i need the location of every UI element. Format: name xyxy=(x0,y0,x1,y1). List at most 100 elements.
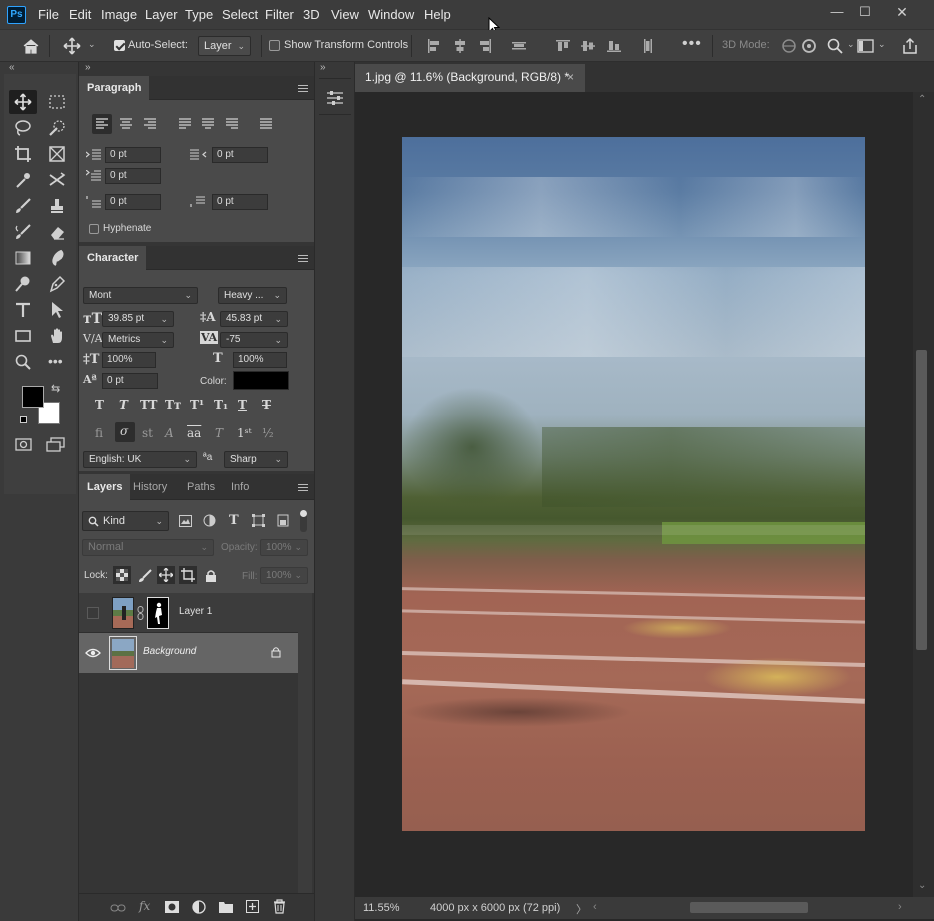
zoom-level[interactable]: 11.55% xyxy=(363,902,400,914)
layer-mask-thumbnail[interactable] xyxy=(147,597,169,629)
new-group-icon[interactable] xyxy=(219,901,233,913)
language-dropdown[interactable]: English: UK ⌄ xyxy=(83,451,197,468)
3d-roll-icon[interactable] xyxy=(800,37,818,55)
leading-field[interactable]: 45.83 pt ⌄ xyxy=(220,311,288,327)
discretionary-ligatures-icon[interactable]: st xyxy=(142,426,153,440)
auto-select-checkbox[interactable] xyxy=(114,40,125,51)
eye-icon[interactable] xyxy=(85,647,101,659)
fill-field[interactable]: 100% ⌄ xyxy=(260,567,308,584)
pen-tool[interactable] xyxy=(43,272,71,296)
justify-last-center-icon[interactable] xyxy=(202,118,214,130)
indent-right-field[interactable]: 0 pt xyxy=(212,147,268,163)
move-tool[interactable] xyxy=(9,90,37,114)
layer-filter-dropdown[interactable]: Kind ⌄ xyxy=(82,511,169,531)
expand-panels-icon[interactable]: » xyxy=(320,62,326,73)
align-center-text-icon[interactable] xyxy=(120,118,132,130)
justify-last-left-icon[interactable] xyxy=(179,118,191,130)
font-family-dropdown[interactable]: Mont ⌄ xyxy=(83,287,198,304)
maximize-button[interactable]: ☐ xyxy=(854,4,876,20)
menu-3d[interactable]: 3D xyxy=(303,7,320,22)
vertical-scale-field[interactable]: 100% xyxy=(102,352,156,368)
home-icon[interactable] xyxy=(22,38,40,54)
align-right-text-icon[interactable] xyxy=(144,118,156,130)
collapse-panels-left-icon[interactable]: » xyxy=(85,62,91,73)
align-left-text-button[interactable] xyxy=(92,114,112,134)
menu-filter[interactable]: Filter xyxy=(265,7,294,22)
link-layers-icon[interactable] xyxy=(110,903,126,913)
screen-mode-icon[interactable] xyxy=(46,437,66,453)
panel-menu-icon[interactable] xyxy=(298,484,308,491)
more-options-icon[interactable]: ••• xyxy=(682,35,702,53)
faux-italic-icon[interactable]: T xyxy=(119,398,128,412)
align-vertical-centers-icon[interactable] xyxy=(580,38,596,54)
tab-paths[interactable]: Paths xyxy=(179,474,223,500)
scroll-down-icon[interactable]: ⌄ xyxy=(918,880,926,891)
stamp-tool[interactable] xyxy=(43,194,71,218)
tab-history[interactable]: History xyxy=(125,474,175,500)
menu-edit[interactable]: Edit xyxy=(69,7,91,22)
layer-row-layer-1[interactable]: Layer 1 xyxy=(79,593,298,633)
marquee-tool[interactable] xyxy=(43,90,71,114)
swap-colors-icon[interactable]: ⇆ xyxy=(51,382,60,395)
chain-link-icon[interactable] xyxy=(137,606,144,620)
lock-image-pixels-icon[interactable] xyxy=(138,569,152,583)
quick-select-tool[interactable] xyxy=(43,116,71,140)
gradient-tool[interactable] xyxy=(9,246,37,270)
hand-tool[interactable] xyxy=(43,324,71,348)
menu-type[interactable]: Type xyxy=(185,7,213,22)
document-canvas-image[interactable] xyxy=(402,137,865,831)
justify-last-right-icon[interactable] xyxy=(226,118,238,130)
align-bottom-edges-icon[interactable] xyxy=(606,38,622,54)
show-transform-controls-checkbox[interactable] xyxy=(269,40,280,51)
horizontal-scroll-thumb[interactable] xyxy=(690,902,808,913)
layers-scrollbar[interactable] xyxy=(298,593,312,893)
subscript-icon[interactable]: T₁ xyxy=(214,398,228,412)
filter-type-icon[interactable]: T xyxy=(229,513,239,528)
distribute-vertical-icon[interactable] xyxy=(511,38,527,54)
edit-toolbar-button[interactable]: ••• xyxy=(43,350,71,374)
lock-artboard-button[interactable] xyxy=(179,566,197,584)
share-icon[interactable] xyxy=(901,37,919,55)
dodge-tool[interactable] xyxy=(9,272,37,296)
hyphenate-checkbox[interactable] xyxy=(89,224,99,234)
scroll-right-icon[interactable]: › xyxy=(898,901,902,913)
rectangle-tool[interactable] xyxy=(9,324,37,348)
status-menu-arrow-icon[interactable]: 〉 xyxy=(576,901,587,917)
menu-file[interactable]: File xyxy=(38,7,59,22)
all-caps-icon[interactable]: TT xyxy=(140,398,157,412)
opacity-field[interactable]: 100% ⌄ xyxy=(260,539,308,556)
chevron-down-icon[interactable]: ⌄ xyxy=(878,39,886,50)
swash-icon[interactable]: A xyxy=(165,426,174,440)
indent-left-field[interactable]: 0 pt xyxy=(105,147,161,163)
trash-icon[interactable] xyxy=(273,899,286,914)
distribute-horizontal-icon[interactable] xyxy=(640,38,656,54)
close-window-button[interactable]: ✕ xyxy=(891,4,913,20)
baseline-shift-field[interactable]: 0 pt xyxy=(102,373,158,389)
horizontal-scale-field[interactable]: 100% xyxy=(233,352,287,368)
auto-select-target-dropdown[interactable]: Layer ⌄ xyxy=(198,36,251,56)
font-size-field[interactable]: 39.85 pt ⌄ xyxy=(102,311,174,327)
text-color-swatch[interactable] xyxy=(233,371,289,390)
collapse-tools-icon[interactable]: « xyxy=(9,62,15,73)
scroll-left-icon[interactable]: ‹ xyxy=(593,901,597,913)
stylistic-alternates-icon[interactable]: aa xyxy=(187,426,201,440)
vertical-scroll-thumb[interactable] xyxy=(916,350,927,650)
align-left-edges-icon[interactable] xyxy=(426,38,442,54)
blend-mode-dropdown[interactable]: Normal ⌄ xyxy=(82,539,214,556)
tab-layers[interactable]: Layers xyxy=(79,474,131,500)
filter-smart-object-icon[interactable] xyxy=(277,514,289,527)
brush-tool[interactable] xyxy=(9,194,37,218)
frame-tool[interactable] xyxy=(43,142,71,166)
3d-orbit-icon[interactable] xyxy=(780,37,798,55)
strikethrough-icon[interactable]: T xyxy=(262,398,271,412)
minimize-button[interactable]: — xyxy=(826,4,848,20)
titling-alternates-icon[interactable]: T xyxy=(215,426,223,440)
vertical-scrollbar[interactable]: ⌃ ⌄ xyxy=(913,92,934,897)
filter-adjustment-icon[interactable] xyxy=(203,514,216,527)
contextual-alternates-button[interactable]: σ xyxy=(115,422,135,442)
anti-alias-dropdown[interactable]: Sharp ⌄ xyxy=(224,451,288,468)
ligatures-icon[interactable]: ﬁ xyxy=(95,426,103,440)
eyedropper-tool[interactable] xyxy=(9,168,37,192)
search-icon[interactable] xyxy=(826,37,844,55)
menu-help[interactable]: Help xyxy=(424,7,451,22)
